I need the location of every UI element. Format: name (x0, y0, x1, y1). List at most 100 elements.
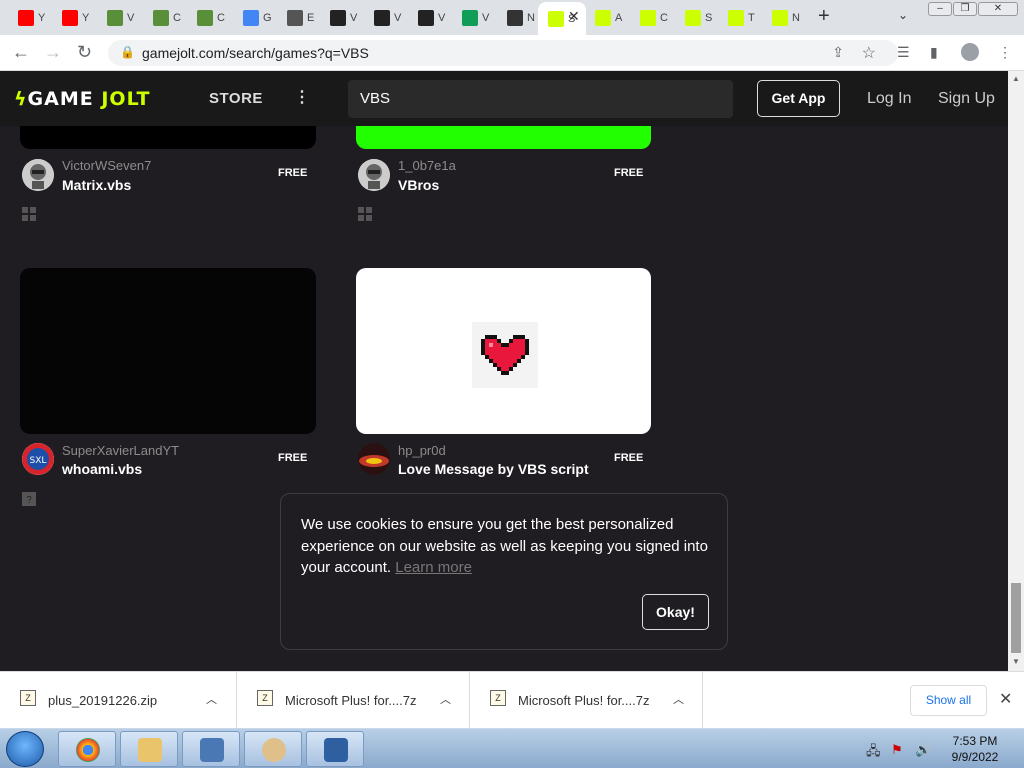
game-owner[interactable]: SuperXavierLandYT (62, 443, 179, 458)
action-center-icon[interactable]: ⚑ (891, 742, 903, 758)
tab-title: C (217, 11, 225, 24)
download-item[interactable]: Z Microsoft Plus! for....7z ︿ (237, 672, 470, 729)
browser-tab[interactable]: Y (52, 4, 94, 31)
scrollbar-thumb[interactable] (1011, 583, 1021, 653)
scrollbar[interactable]: ▲ ▼ (1008, 71, 1024, 671)
game-owner[interactable]: VictorWSeven7 (62, 158, 151, 173)
image-icon (197, 9, 213, 26)
download-filename[interactable]: plus_20191226.zip (48, 693, 157, 708)
clock[interactable]: 7:53 PM 9/9/2022 (940, 733, 1010, 765)
share-icon[interactable]: ⇪ (832, 44, 844, 61)
game-title[interactable]: whoami.vbs (62, 461, 142, 477)
browser-tab[interactable]: C (143, 4, 185, 31)
scroll-down-icon[interactable]: ▼ (1012, 657, 1020, 666)
okay-button[interactable]: Okay! (642, 594, 709, 630)
minimize-button[interactable]: – (928, 2, 952, 16)
log-in-link[interactable]: Log In (867, 90, 911, 108)
download-item[interactable]: Z Microsoft Plus! for....7z ︿ (470, 672, 703, 729)
browser-tab[interactable]: Y (8, 4, 50, 31)
new-tab-button[interactable]: + (818, 5, 830, 28)
game-thumbnail[interactable] (20, 268, 316, 434)
archive-file-icon: Z (490, 690, 506, 706)
download-item[interactable]: Z plus_20191226.zip ︿ (0, 672, 237, 729)
browser-tab[interactable]: N (497, 4, 539, 31)
learn-more-link[interactable]: Learn more (395, 559, 472, 576)
chevron-up-icon[interactable]: ︿ (440, 691, 451, 707)
game-title[interactable]: VBros (398, 177, 439, 193)
download-filename[interactable]: Microsoft Plus! for....7z (518, 693, 650, 708)
game-title[interactable]: Matrix.vbs (62, 177, 131, 193)
taskbar-chrome[interactable] (58, 731, 116, 767)
close-icon[interactable]: ✕ (999, 689, 1012, 709)
sign-up-link[interactable]: Sign Up (938, 90, 995, 108)
avatar[interactable] (22, 159, 54, 191)
network-icon[interactable]: 🖧 (866, 742, 881, 764)
price-badge: FREE (278, 452, 308, 464)
side-panel-icon[interactable]: ▮ (930, 44, 938, 61)
tab-title: V (350, 11, 358, 24)
avatar[interactable] (358, 443, 390, 475)
menu-kebab-icon[interactable]: ⋮ (998, 44, 1012, 61)
scroll-up-icon[interactable]: ▲ (1012, 74, 1020, 83)
address-bar[interactable]: 🔒 gamejolt.com/search/games?q=VBS ⇪ ☆ (108, 40, 898, 66)
game-owner[interactable]: hp_pr0d (398, 443, 446, 458)
taskbar-computer[interactable] (306, 731, 364, 767)
sheets-icon (462, 9, 478, 26)
browser-tab[interactable]: T (718, 4, 760, 31)
taskbar-control-panel[interactable] (182, 731, 240, 767)
bookmark-star-icon[interactable]: ☆ (862, 43, 876, 63)
browser-tab[interactable]: E (277, 4, 319, 31)
restore-button[interactable]: ❐ (953, 2, 977, 16)
tab-title: C (173, 11, 181, 24)
forward-arrow-icon[interactable]: → (44, 42, 62, 63)
browser-tab[interactable]: V (97, 4, 139, 31)
lock-icon[interactable]: 🔒 (120, 45, 135, 59)
site-header: ϟGAME JOLT STORE ⋮ VBS Get App Log In Si… (0, 71, 1008, 126)
start-button[interactable] (6, 731, 44, 767)
show-all-button[interactable]: Show all (910, 685, 987, 716)
browser-tab[interactable]: G (233, 4, 275, 31)
browser-tab[interactable]: C (187, 4, 229, 31)
reading-list-icon[interactable]: ☰ (897, 44, 910, 61)
tab-search-chevron-icon[interactable]: ⌄ (898, 8, 908, 22)
search-input[interactable]: VBS (348, 80, 733, 118)
volume-icon[interactable]: 🔊 (915, 742, 931, 758)
more-menu-icon[interactable]: ⋮ (294, 87, 310, 107)
tab-title: G (263, 11, 272, 24)
back-arrow-icon[interactable]: ← (12, 42, 30, 63)
taskbar-explorer[interactable] (120, 731, 178, 767)
store-link[interactable]: STORE (209, 90, 263, 107)
avatar[interactable] (358, 159, 390, 191)
download-filename[interactable]: Microsoft Plus! for....7z (285, 693, 417, 708)
tab-title: S (705, 11, 713, 24)
reload-icon[interactable]: ↻ (77, 42, 92, 63)
chrome-icon (76, 738, 100, 762)
url-text[interactable]: gamejolt.com/search/games?q=VBS (142, 45, 369, 61)
archive-file-icon: Z (20, 690, 36, 706)
taskbar-paint[interactable] (244, 731, 302, 767)
chevron-up-icon[interactable]: ︿ (206, 691, 217, 707)
browser-tab[interactable]: V (408, 4, 450, 31)
browser-tab[interactable]: V (320, 4, 362, 31)
chevron-up-icon[interactable]: ︿ (673, 691, 684, 707)
price-badge: FREE (614, 452, 644, 464)
tab-title: Y (82, 11, 90, 24)
game-owner[interactable]: 1_0b7e1a (398, 158, 456, 173)
game-title[interactable]: Love Message by VBS script (398, 461, 589, 477)
close-tab-icon[interactable]: ✕ (568, 8, 580, 25)
get-app-button[interactable]: Get App (757, 80, 840, 117)
gamejolt-logo[interactable]: ϟGAME JOLT (14, 88, 151, 110)
browser-tab[interactable]: V (452, 4, 494, 31)
browser-tab[interactable]: V (364, 4, 406, 31)
tab-title: Y (38, 11, 46, 24)
browser-tab[interactable]: A (585, 4, 627, 31)
youtube-icon (18, 9, 34, 26)
tab-title: V (438, 11, 446, 24)
browser-tab[interactable]: C (630, 4, 672, 31)
windows-os-icon (22, 207, 36, 221)
profile-avatar-icon[interactable] (961, 43, 979, 61)
avatar[interactable]: SXL (22, 443, 54, 475)
close-window-button[interactable]: ✕ (978, 2, 1018, 16)
browser-tab[interactable]: N (762, 4, 804, 31)
browser-tab[interactable]: S (675, 4, 717, 31)
